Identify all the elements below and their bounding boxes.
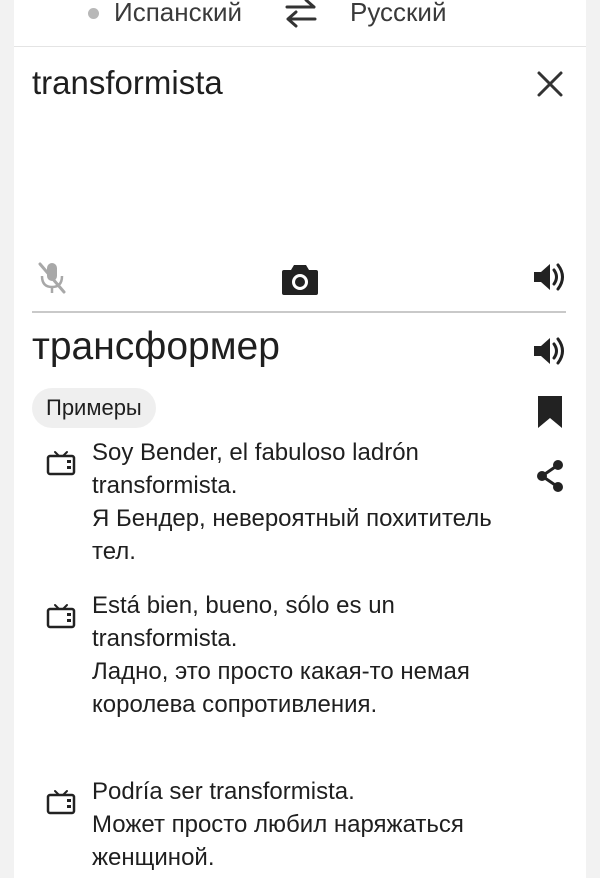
translator-card: Испанский Русский transformista трансфор… xyxy=(14,0,586,878)
language-bar: Испанский Русский xyxy=(14,0,586,47)
example-target: Ладно, это просто какая-то немая королев… xyxy=(92,658,470,718)
example-text: Soy Bender, el fabuloso ladrón transform… xyxy=(92,436,512,568)
speaker-icon[interactable] xyxy=(532,260,568,294)
mic-off-icon[interactable] xyxy=(36,260,68,296)
tv-icon xyxy=(46,790,76,815)
swap-languages-icon[interactable] xyxy=(284,0,318,28)
example-target: Может просто любил наряжаться женщиной. xyxy=(92,811,464,871)
bookmark-icon[interactable] xyxy=(536,394,564,430)
target-language-button[interactable]: Русский xyxy=(350,0,446,28)
tv-icon xyxy=(46,604,76,629)
divider xyxy=(32,311,566,313)
example-target: Я Бендер, невероятный похититель тел. xyxy=(92,505,492,565)
example-text: Podría ser transformista. Может просто л… xyxy=(92,775,512,874)
camera-icon[interactable] xyxy=(280,262,320,296)
share-icon[interactable] xyxy=(534,458,566,494)
example-source: Podría ser transformista. xyxy=(92,778,355,805)
example-source: Soy Bender, el fabuloso ladrón transform… xyxy=(92,439,419,499)
dot-icon xyxy=(88,8,99,19)
examples-chip[interactable]: Примеры xyxy=(32,388,156,428)
source-text-input[interactable]: transformista xyxy=(32,64,223,102)
example-text: Está bien, bueno, sólo es un transformis… xyxy=(92,589,512,721)
speaker-icon[interactable] xyxy=(532,334,568,368)
tv-icon xyxy=(46,451,76,476)
close-icon[interactable] xyxy=(534,68,566,100)
example-source: Está bien, bueno, sólo es un transformis… xyxy=(92,592,395,652)
source-language-button[interactable]: Испанский xyxy=(114,0,242,28)
translation-text: трансформер xyxy=(32,325,280,368)
